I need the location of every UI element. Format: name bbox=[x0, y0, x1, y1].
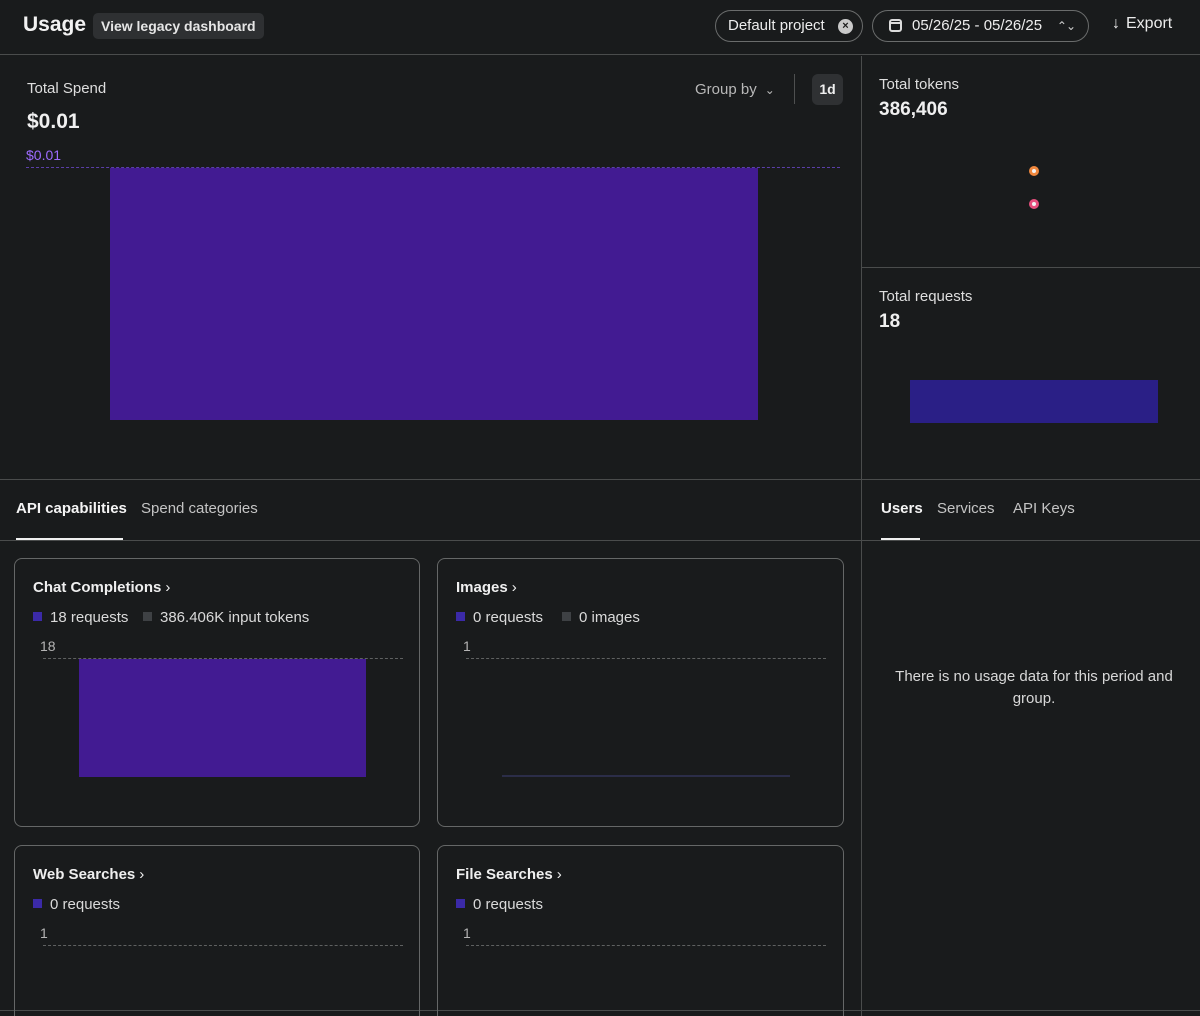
legend-swatch bbox=[562, 612, 571, 621]
card-title-text: Chat Completions bbox=[33, 579, 162, 596]
legend-swatch bbox=[33, 899, 42, 908]
legend-swatch bbox=[33, 612, 42, 621]
max-gridline bbox=[43, 945, 403, 946]
chevron-right-icon: › bbox=[139, 866, 145, 883]
card-title-link[interactable]: Chat Completions › bbox=[33, 579, 170, 596]
divider-tabs bbox=[0, 540, 1200, 541]
tab-api-keys[interactable]: API Keys bbox=[1013, 500, 1075, 517]
calendar-icon bbox=[889, 19, 902, 32]
legend-requests: 0 requests bbox=[33, 896, 120, 913]
export-label: Export bbox=[1126, 15, 1173, 32]
group-by-dropdown[interactable]: Group by ⌄ bbox=[695, 81, 775, 98]
legend-requests-label: 0 requests bbox=[473, 609, 544, 626]
y-axis-max-label: 18 bbox=[40, 638, 56, 654]
clear-icon[interactable]: × bbox=[838, 19, 853, 34]
legend-requests-label: 0 requests bbox=[473, 896, 544, 913]
spend-bar[interactable] bbox=[110, 168, 758, 420]
file-searches-card[interactable]: File Searches › 0 requests 1 bbox=[437, 845, 844, 1016]
tab-spend-categories[interactable]: Spend categories bbox=[141, 500, 258, 517]
total-spend-label: Total Spend bbox=[27, 80, 107, 97]
total-spend-value: $0.01 bbox=[27, 110, 80, 133]
date-range-label: 05/26/25 - 05/26/25 bbox=[912, 17, 1043, 34]
download-arrow-icon: ↓ bbox=[1112, 15, 1120, 32]
total-requests-label: Total requests bbox=[879, 288, 973, 305]
project-selector-label: Default project bbox=[728, 17, 825, 34]
page-title: Usage bbox=[23, 13, 87, 36]
legend-requests-label: 0 requests bbox=[50, 896, 121, 913]
tab-active-indicator-right bbox=[881, 538, 920, 540]
legend-requests: 18 requests bbox=[33, 609, 128, 626]
tab-api-capabilities[interactable]: API capabilities bbox=[16, 500, 127, 517]
legend-images: 0 images bbox=[562, 609, 640, 626]
toolbar-separator bbox=[794, 74, 795, 104]
max-gridline bbox=[466, 945, 826, 946]
legend-swatch bbox=[143, 612, 152, 621]
total-requests-value: 18 bbox=[879, 311, 901, 332]
legend-swatch bbox=[456, 612, 465, 621]
legend-input-tokens-label: 386.406K input tokens bbox=[160, 609, 310, 626]
legend-requests-label: 18 requests bbox=[50, 609, 129, 626]
legend-requests: 0 requests bbox=[456, 896, 543, 913]
chevron-up-down-icon: ⌃⌄ bbox=[1056, 19, 1076, 33]
chevron-right-icon: › bbox=[165, 579, 171, 596]
card-title-link[interactable]: Images › bbox=[456, 579, 517, 596]
legend-images-label: 0 images bbox=[579, 609, 640, 626]
project-selector[interactable]: Default project × bbox=[715, 10, 863, 42]
total-tokens-label: Total tokens bbox=[879, 76, 960, 93]
date-range-picker[interactable]: 05/26/25 - 05/26/25 ⌃⌄ bbox=[872, 10, 1089, 42]
images-zero-bar[interactable] bbox=[502, 775, 790, 777]
card-title-text: File Searches bbox=[456, 866, 553, 883]
card-title-link[interactable]: File Searches › bbox=[456, 866, 562, 883]
export-button[interactable]: ↓ Export bbox=[1112, 15, 1172, 33]
divider-sections bbox=[0, 479, 1200, 480]
y-axis-max-label: 1 bbox=[40, 925, 48, 941]
card-title-text: Web Searches bbox=[33, 866, 136, 883]
requests-bar[interactable] bbox=[910, 380, 1158, 423]
y-axis-max-label: 1 bbox=[463, 925, 471, 941]
tab-active-indicator bbox=[16, 538, 123, 540]
max-gridline bbox=[466, 658, 826, 659]
group-by-label: Group by bbox=[695, 81, 757, 98]
usage-page: Usage View legacy dashboard Default proj… bbox=[0, 0, 1200, 1016]
chevron-down-icon: ⌄ bbox=[764, 83, 775, 97]
tokens-point-pink[interactable] bbox=[1029, 199, 1039, 209]
card-title-link[interactable]: Web Searches › bbox=[33, 866, 144, 883]
divider-vertical bbox=[861, 56, 862, 1016]
chevron-right-icon: › bbox=[556, 866, 562, 883]
legend-input-tokens: 386.406K input tokens bbox=[143, 609, 309, 626]
y-axis-max-label: 1 bbox=[463, 638, 471, 654]
chat-completions-bar[interactable] bbox=[79, 659, 366, 777]
spend-reference-label: $0.01 bbox=[26, 147, 62, 163]
legend-requests: 0 requests bbox=[456, 609, 543, 626]
legend-swatch bbox=[456, 899, 465, 908]
images-card[interactable]: Images › 0 requests 0 images 1 bbox=[437, 558, 844, 827]
interval-1d-button[interactable]: 1d bbox=[812, 74, 843, 105]
total-tokens-value: 386,406 bbox=[879, 99, 948, 120]
web-searches-card[interactable]: Web Searches › 0 requests 1 bbox=[14, 845, 420, 1016]
tab-services[interactable]: Services bbox=[937, 500, 995, 517]
divider-right-middle bbox=[862, 267, 1200, 268]
top-bar: Usage View legacy dashboard Default proj… bbox=[0, 0, 1200, 55]
chevron-right-icon: › bbox=[511, 579, 517, 596]
empty-state-message: There is no usage data for this period a… bbox=[895, 668, 1173, 707]
tab-users[interactable]: Users bbox=[881, 500, 923, 517]
view-legacy-dashboard-button[interactable]: View legacy dashboard bbox=[93, 13, 264, 39]
tokens-point-orange[interactable] bbox=[1029, 166, 1039, 176]
chat-completions-card[interactable]: Chat Completions › 18 requests 386.406K i… bbox=[14, 558, 420, 827]
card-title-text: Images bbox=[456, 579, 508, 596]
